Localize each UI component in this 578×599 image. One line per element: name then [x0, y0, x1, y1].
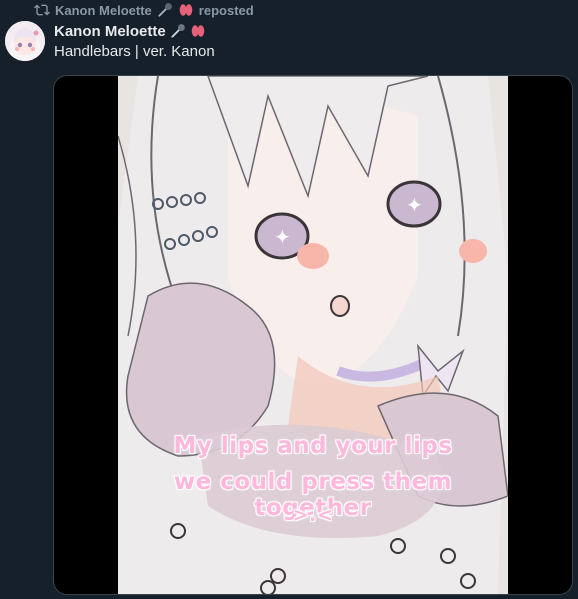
video-player[interactable]: ✦ ✦ My lips and your lips we could press…: [53, 75, 573, 595]
reposter-name[interactable]: Kanon Meloette: [55, 3, 152, 18]
video-frame[interactable]: ✦ ✦ My lips and your lips we could press…: [118, 76, 508, 594]
lips-emoji: [178, 2, 194, 18]
lips-emoji: [190, 23, 206, 39]
microphone-emoji: [157, 2, 173, 18]
post-text: Handlebars | ver. Kanon: [54, 43, 215, 60]
svg-text:✦: ✦: [406, 193, 423, 217]
repost-header[interactable]: Kanon Meloette reposted: [34, 1, 254, 19]
author-name[interactable]: Kanon Meloette: [54, 23, 166, 40]
repost-icon: [34, 2, 50, 18]
author-row: Kanon Meloette: [54, 20, 206, 42]
video-caption-line-3: >.<: [292, 504, 334, 526]
microphone-emoji: [170, 23, 186, 39]
repost-action-label: reposted: [198, 2, 254, 18]
avatar[interactable]: [5, 21, 45, 61]
svg-text:✦: ✦: [274, 225, 291, 249]
video-caption-line-1: My lips and your lips: [173, 433, 453, 459]
